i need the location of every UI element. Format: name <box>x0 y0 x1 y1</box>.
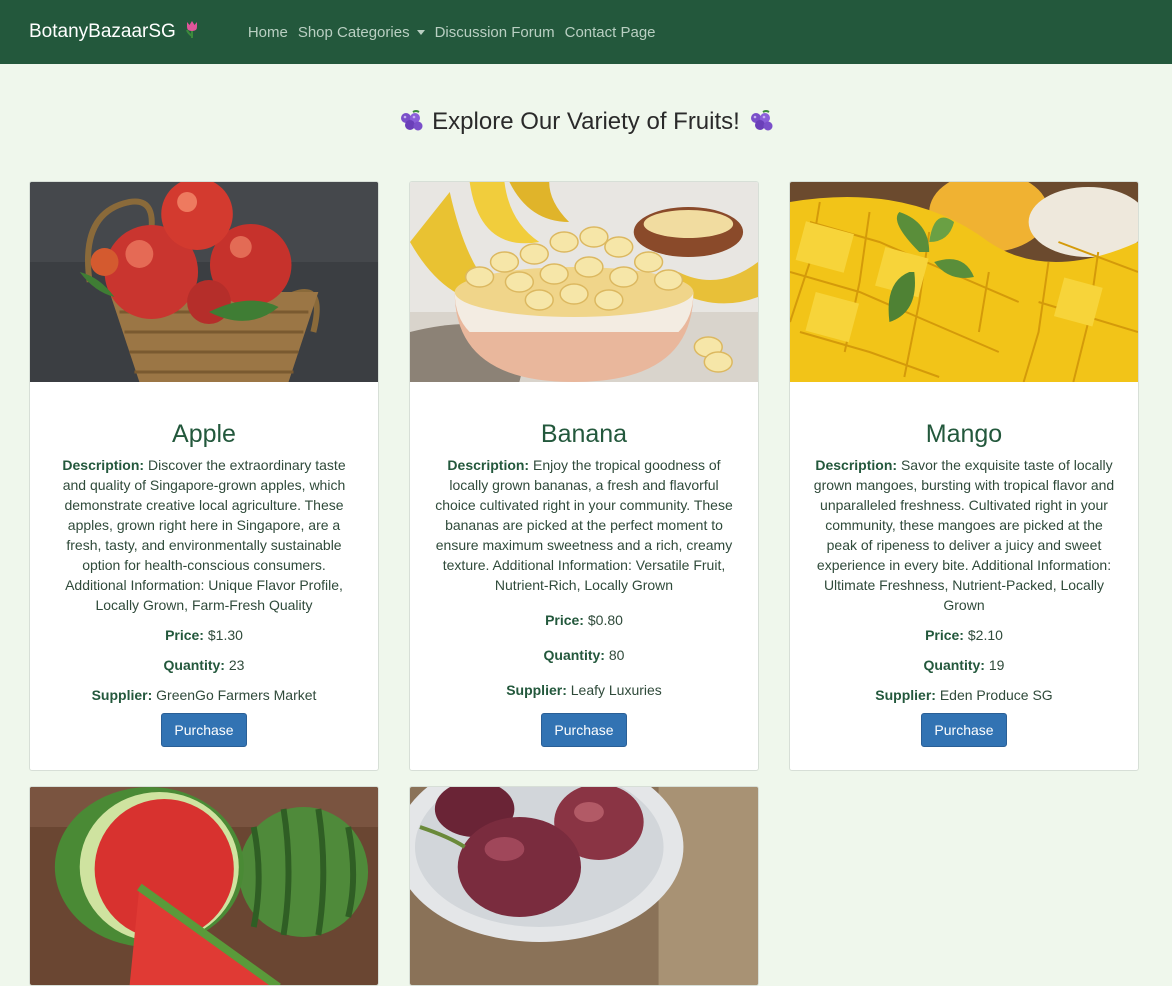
caret-down-icon <box>416 29 425 35</box>
brand-name: BotanyBazaarSG <box>29 21 176 42</box>
nav-shop-categories[interactable]: Shop Categories <box>298 24 425 41</box>
brand-link[interactable]: BotanyBazaarSG <box>29 19 200 45</box>
nav-links: Home Shop Categories Discussion Forum Co… <box>248 24 666 41</box>
quantity-value: 19 <box>988 657 1005 673</box>
grapes-icon <box>750 110 773 131</box>
product-supplier: Supplier: Leafy Luxuries <box>430 680 738 700</box>
product-price: Price: $2.10 <box>810 625 1118 645</box>
product-name: Banana <box>540 420 628 448</box>
description-label: Description: <box>815 457 898 473</box>
purchase-button[interactable]: Purchase <box>541 713 627 747</box>
purchase-button[interactable]: Purchase <box>921 713 1007 747</box>
description-text: Savor the exquisite taste of locally gro… <box>813 457 1115 613</box>
banana-image <box>410 182 758 382</box>
grapes-icon <box>401 110 423 131</box>
product-card-mango: Mango Description: Savor the exquisite t… <box>789 181 1139 771</box>
nav-contact-page[interactable]: Contact Page <box>565 24 656 41</box>
product-card-banana: Banana Description: Enjoy the tropical g… <box>409 181 759 771</box>
product-price: Price: $1.30 <box>50 625 358 645</box>
product-supplier: Supplier: GreenGo Farmers Market <box>50 685 358 705</box>
price-value: $1.30 <box>207 627 243 643</box>
quantity-label: Quantity: <box>543 647 605 663</box>
supplier-value: Leafy Luxuries <box>570 682 662 698</box>
quantity-label: Quantity: <box>163 657 225 673</box>
product-description: Description: Enjoy the tropical goodness… <box>430 455 738 595</box>
quantity-value: 23 <box>228 657 245 673</box>
supplier-value: GreenGo Farmers Market <box>156 687 317 703</box>
card-body: Apple Description: Discover the extraord… <box>30 420 378 747</box>
product-quantity: Quantity: 23 <box>50 655 358 675</box>
page-title: Explore Our Variety of Fruits! <box>432 108 740 135</box>
card-body: Mango Description: Savor the exquisite t… <box>790 420 1138 747</box>
nav-home[interactable]: Home <box>248 24 288 41</box>
supplier-label: Supplier: <box>506 682 567 698</box>
watermelon-image <box>30 787 378 985</box>
card-body: Banana Description: Enjoy the tropical g… <box>410 420 758 747</box>
product-name: Mango <box>925 420 1003 448</box>
product-quantity: Quantity: 80 <box>430 645 738 665</box>
price-label: Price: <box>165 627 204 643</box>
product-name: Apple <box>172 420 236 448</box>
description-label: Description: <box>62 457 145 473</box>
apple-image <box>30 182 378 382</box>
product-card-passion-fruit <box>409 786 759 986</box>
nav-discussion-forum[interactable]: Discussion Forum <box>435 24 555 41</box>
product-supplier: Supplier: Eden Produce SG <box>810 685 1118 705</box>
price-value: $0.80 <box>587 612 623 628</box>
description-text: Discover the extraordinary taste and qua… <box>62 457 346 613</box>
mango-image <box>790 182 1138 382</box>
product-card-apple: Apple Description: Discover the extraord… <box>29 181 379 771</box>
purchase-button[interactable]: Purchase <box>161 713 247 747</box>
product-description: Description: Savor the exquisite taste o… <box>810 455 1118 615</box>
page-heading: Explore Our Variety of Fruits! <box>0 108 1172 136</box>
nav-shop-categories-label: Shop Categories <box>297 23 410 41</box>
passion-fruit-image <box>410 787 758 985</box>
product-card-watermelon <box>29 786 379 986</box>
description-label: Description: <box>447 457 530 473</box>
price-label: Price: <box>545 612 584 628</box>
price-label: Price: <box>925 627 964 643</box>
product-price: Price: $0.80 <box>430 610 738 630</box>
product-description: Description: Discover the extraordinary … <box>50 455 358 615</box>
navbar: BotanyBazaarSG Home Shop Categories Disc… <box>0 0 1172 64</box>
supplier-label: Supplier: <box>91 687 153 703</box>
supplier-label: Supplier: <box>875 687 936 703</box>
quantity-value: 80 <box>608 647 625 663</box>
description-text: Enjoy the tropical goodness of locally g… <box>435 457 733 593</box>
price-value: $2.10 <box>967 627 1003 643</box>
supplier-value: Eden Produce SG <box>939 687 1053 703</box>
quantity-label: Quantity: <box>923 657 985 673</box>
product-quantity: Quantity: 19 <box>810 655 1118 675</box>
tulip-icon <box>184 19 200 45</box>
